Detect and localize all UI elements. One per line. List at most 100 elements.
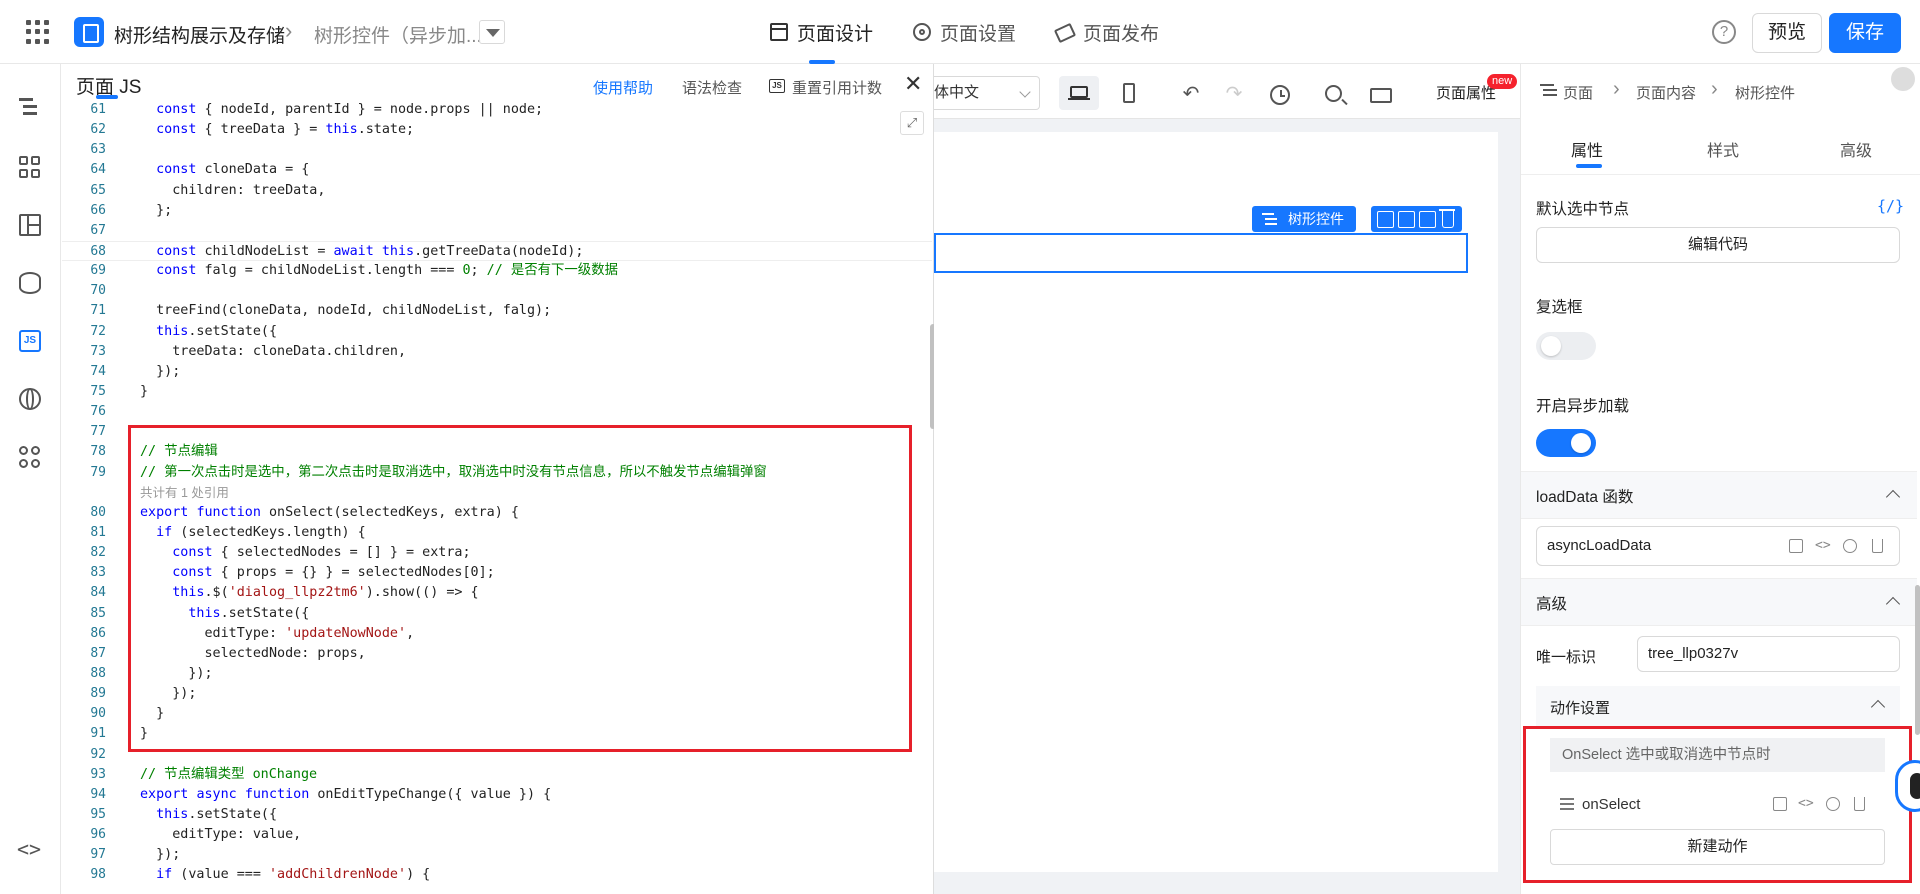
code-line[interactable]: 91} xyxy=(62,724,932,744)
code-line[interactable]: 78 // 节点编辑 xyxy=(62,442,932,462)
undo-icon[interactable]: ↶ xyxy=(1179,83,1203,107)
code-view-icon[interactable]: <> xyxy=(17,837,41,861)
properties-scrollbar[interactable] xyxy=(1915,585,1920,735)
code-binding-icon[interactable]: {/} xyxy=(1877,197,1904,215)
crumb-page-content[interactable]: 页面内容 xyxy=(1636,82,1696,103)
code-line[interactable]: 73 treeData: cloneData.children, xyxy=(62,342,932,362)
delete-icon[interactable] xyxy=(1872,539,1883,553)
add-above-icon[interactable] xyxy=(1377,210,1394,228)
language-select[interactable]: 体中文 xyxy=(934,76,1040,110)
gear-icon[interactable] xyxy=(1843,539,1857,553)
tab-advanced[interactable]: 高级 xyxy=(1840,137,1872,161)
search-icon[interactable] xyxy=(1325,85,1342,102)
code-line[interactable]: 90 } xyxy=(62,704,932,724)
code-icon[interactable]: <> xyxy=(1815,539,1831,553)
breadcrumb-app-name[interactable]: 树形结构展示及存储 xyxy=(114,21,285,48)
code-line[interactable]: 93 // 节点编辑类型 onChange xyxy=(62,765,932,785)
code-line[interactable]: 71 treeFind(cloneData, nodeId, childNode… xyxy=(62,301,932,321)
code-line[interactable]: 68 const childNodeList = await this.getT… xyxy=(62,240,932,262)
save-button[interactable]: 保存 xyxy=(1829,13,1901,53)
code-line[interactable]: 74 }); xyxy=(62,362,932,382)
code-line[interactable]: 84 this.$('dialog_llpz2tm6').show(() => … xyxy=(62,583,932,603)
code-editor[interactable]: 61 const { nodeId, parentId } = node.pro… xyxy=(62,100,932,885)
code-line[interactable]: 94 export async function onEditTypeChange… xyxy=(62,785,932,805)
code-line[interactable]: 89 }); xyxy=(62,684,932,704)
preview-button[interactable]: 预览 xyxy=(1752,13,1822,53)
code-line[interactable]: 77 xyxy=(62,422,932,442)
code-line[interactable]: 66 }; xyxy=(62,201,932,221)
code-line[interactable]: 79 // 第一次点击时是选中，第二次点击时是取消选中，取消选中时没有节点信息，所… xyxy=(62,463,932,483)
code-line[interactable]: 69 const falg = childNodeList.length ===… xyxy=(62,261,932,281)
keyboard-icon[interactable] xyxy=(1370,88,1392,103)
action-settings-header[interactable]: 动作设置 xyxy=(1536,686,1900,726)
syntax-check-button[interactable]: 语法检查 xyxy=(682,77,742,98)
code-line[interactable]: 67 xyxy=(62,221,932,241)
expand-icon[interactable]: ⤢ xyxy=(900,111,924,135)
code-line[interactable]: 92 xyxy=(62,745,932,765)
datasource-icon[interactable] xyxy=(19,272,41,294)
code-line[interactable]: 96 editType: value, xyxy=(62,825,932,845)
code-line[interactable]: 88 }); xyxy=(62,664,932,684)
delete-icon[interactable] xyxy=(1854,797,1865,811)
unique-id-input[interactable]: tree_llp0327v xyxy=(1637,636,1900,672)
code-line[interactable]: 70 xyxy=(62,281,932,301)
code-line[interactable]: 75} xyxy=(62,382,932,402)
loaddata-field[interactable]: asyncLoadData <> xyxy=(1536,526,1900,566)
history-icon[interactable] xyxy=(1270,85,1290,105)
code-line[interactable]: 98 if (value === 'addChildrenNode') { xyxy=(62,865,932,885)
globe-icon[interactable] xyxy=(19,388,41,410)
tab-page-publish[interactable]: 页面发布 xyxy=(1056,0,1159,64)
code-line[interactable]: 97 }); xyxy=(62,845,932,865)
layout-icon[interactable] xyxy=(19,214,41,236)
code-line[interactable]: 82 const { selectedNodes = [] } = extra; xyxy=(62,543,932,563)
gear-icon[interactable] xyxy=(1826,797,1840,811)
code-line[interactable]: 72 this.setState({ xyxy=(62,322,932,342)
code-line[interactable]: 83 const { props = {} } = selectedNodes[… xyxy=(62,563,932,583)
plugins-icon[interactable] xyxy=(19,446,41,468)
async-load-toggle[interactable] xyxy=(1536,429,1596,457)
code-line[interactable]: 86 editType: 'updateNowNode', xyxy=(62,624,932,644)
doc-icon[interactable] xyxy=(1789,539,1803,553)
tab-page-design[interactable]: 页面设计 xyxy=(770,0,873,64)
code-line[interactable]: 85 this.setState({ xyxy=(62,604,932,624)
close-icon[interactable]: ✕ xyxy=(904,71,922,97)
code-line[interactable]: 65 children: treeData, xyxy=(62,181,932,201)
crumb-page[interactable]: 页面 xyxy=(1563,82,1593,103)
help-link[interactable]: 使用帮助 xyxy=(593,77,653,98)
code-line[interactable]: 87 selectedNode: props, xyxy=(62,644,932,664)
code-line[interactable]: 95 this.setState({ xyxy=(62,805,932,825)
code-line[interactable]: 80 export function onSelect(selectedKeys,… xyxy=(62,503,932,523)
tab-properties[interactable]: 属性 xyxy=(1571,137,1603,161)
code-line[interactable]: 63 xyxy=(62,140,932,160)
code-line[interactable]: 61 const { nodeId, parentId } = node.pro… xyxy=(62,100,932,120)
reset-ref-count-button[interactable]: 重置引用计数 xyxy=(792,77,882,98)
page-dropdown-button[interactable] xyxy=(479,20,505,44)
checkbox-toggle[interactable] xyxy=(1536,332,1596,360)
redo-icon[interactable]: ↷ xyxy=(1222,83,1246,107)
mobile-view-button[interactable] xyxy=(1109,76,1149,110)
edit-code-button[interactable]: 编辑代码 xyxy=(1536,227,1900,263)
code-line[interactable]: 76 xyxy=(62,402,932,422)
components-icon[interactable] xyxy=(19,156,41,178)
help-icon[interactable]: ? xyxy=(1712,20,1736,44)
doc-icon[interactable] xyxy=(1773,797,1787,811)
drag-handle-icon[interactable] xyxy=(1560,798,1574,800)
action-item[interactable]: onSelect <> xyxy=(1550,788,1885,822)
tree-component-tag[interactable]: 树形控件 xyxy=(1252,206,1356,232)
new-action-button[interactable]: 新建动作 xyxy=(1550,829,1885,865)
tab-style[interactable]: 样式 xyxy=(1707,137,1739,161)
tree-component-selected[interactable] xyxy=(934,233,1468,273)
delete-icon[interactable] xyxy=(1439,208,1455,228)
apps-grid-icon[interactable] xyxy=(26,20,50,44)
desktop-view-button[interactable] xyxy=(1059,76,1099,110)
tab-page-settings[interactable]: 页面设置 xyxy=(913,0,1016,64)
breadcrumb-page-name[interactable]: 树形控件（异步加... xyxy=(314,21,482,48)
code-line[interactable]: 81 if (selectedKeys.length) { xyxy=(62,523,932,543)
avatar[interactable] xyxy=(1891,67,1915,91)
crumb-tree[interactable]: 树形控件 xyxy=(1735,82,1795,103)
code-line[interactable]: 64 const cloneData = { xyxy=(62,160,932,180)
advanced-header[interactable] xyxy=(1521,578,1917,626)
outline-tree-icon[interactable] xyxy=(19,96,41,118)
code-icon[interactable]: <> xyxy=(1798,797,1814,811)
js-icon[interactable]: JS xyxy=(19,330,41,352)
